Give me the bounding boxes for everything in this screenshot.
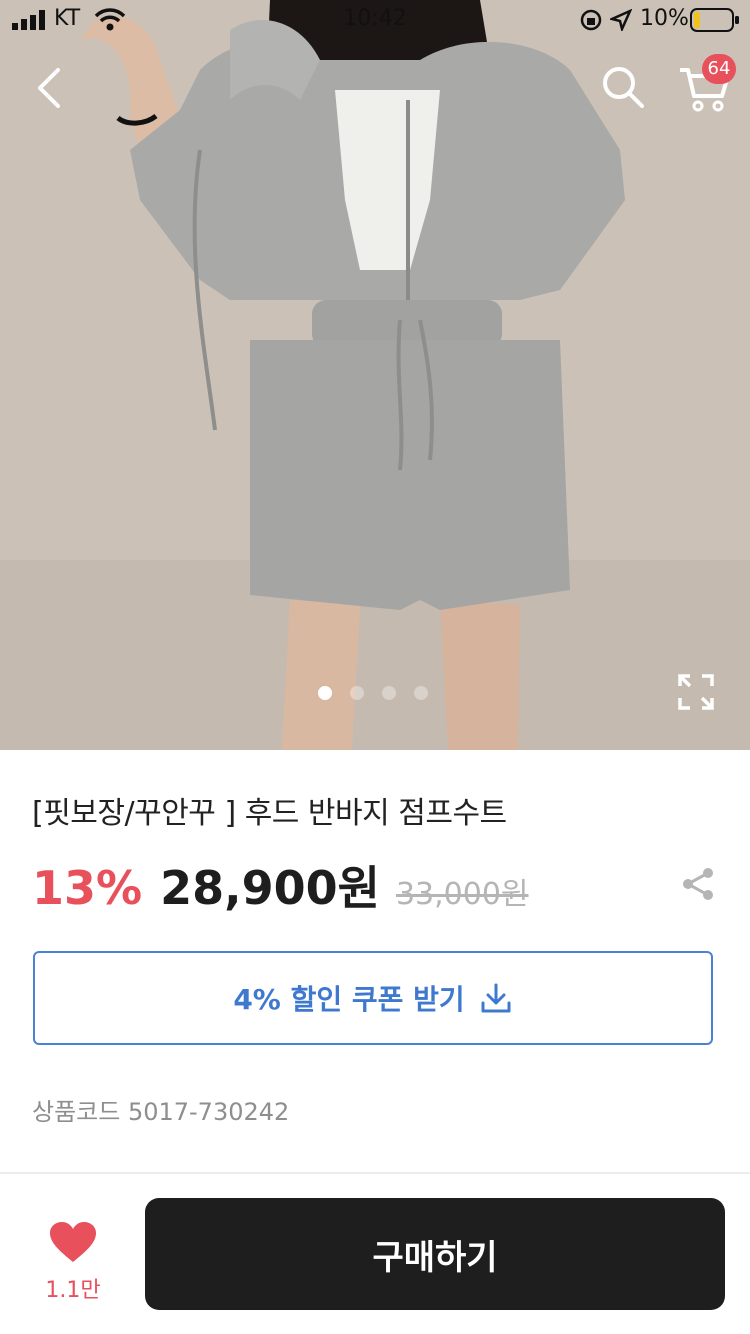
divider — [0, 1172, 750, 1174]
like-count: 1.1만 — [45, 1278, 101, 1303]
expand-button[interactable] — [676, 672, 716, 712]
product-title: [핏보장/꾸안꾸 ] 후드 반바지 점프수트 — [32, 796, 507, 831]
pager-dot[interactable] — [414, 686, 428, 700]
location-icon — [610, 9, 632, 31]
original-price: 33,000원 — [395, 877, 529, 912]
product-photo-illustration — [0, 0, 750, 750]
sale-price: 28,900원 — [160, 861, 380, 915]
search-button[interactable] — [598, 62, 648, 112]
coupon-download-button[interactable]: 4% 할인 쿠폰 받기 — [33, 951, 713, 1045]
expand-icon — [678, 674, 714, 710]
cart-count-badge: 64 — [702, 54, 736, 84]
status-bar: KT 10:42 10% — [0, 0, 750, 40]
product-code: 상품코드 5017-730242 — [32, 1098, 290, 1126]
pager-dot[interactable] — [350, 686, 364, 700]
pager-dot[interactable] — [318, 686, 332, 700]
coupon-label: 4% 할인 쿠폰 받기 — [233, 983, 465, 1016]
share-icon — [683, 868, 713, 900]
heart-icon — [50, 1222, 96, 1262]
like-button[interactable]: 1.1만 — [40, 1220, 106, 1310]
back-button[interactable] — [28, 62, 78, 112]
search-icon — [603, 67, 644, 108]
discount-rate: 13% — [32, 861, 143, 915]
download-icon — [481, 983, 511, 1013]
image-pager — [318, 686, 428, 700]
battery-icon — [690, 8, 739, 32]
buy-button[interactable]: 구매하기 — [145, 1198, 725, 1310]
pager-dot[interactable] — [382, 686, 396, 700]
orientation-lock-icon — [580, 9, 602, 31]
chevron-left-icon — [38, 68, 60, 108]
status-time: 10:42 — [343, 6, 407, 31]
price-row: 13% 28,900원 33,000원 — [32, 852, 529, 915]
battery-percent: 10% — [640, 6, 689, 31]
share-button[interactable] — [680, 866, 716, 902]
product-image[interactable]: KT 10:42 10% 64 — [0, 0, 750, 750]
buy-label: 구매하기 — [372, 1237, 498, 1278]
